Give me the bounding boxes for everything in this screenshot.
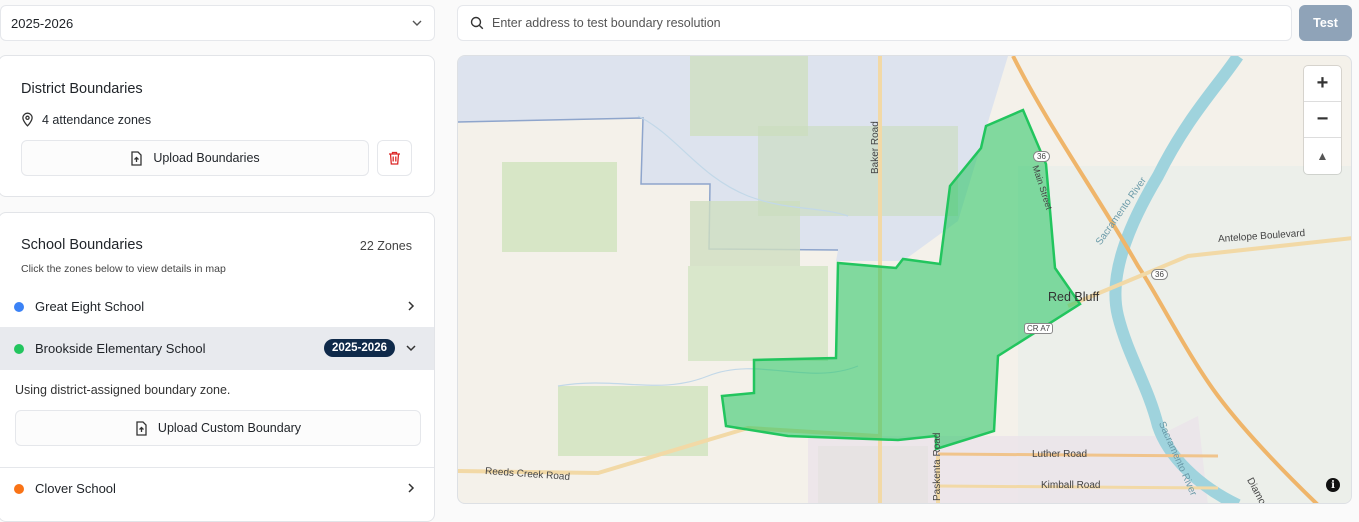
attendance-zones-info: 4 attendance zones [21, 112, 151, 127]
info-icon[interactable]: i [1326, 478, 1340, 492]
zoom-out-button[interactable]: − [1304, 102, 1341, 138]
sidebar: 2025-2026 District Boundaries 4 attendan… [0, 0, 436, 522]
address-search-input[interactable] [492, 16, 1252, 30]
map-label-hwy-36b: 36 [1151, 269, 1168, 280]
upload-custom-boundary-label: Upload Custom Boundary [157, 421, 302, 435]
school-item-brookside[interactable]: Brookside Elementary School 2025-2026 [0, 327, 434, 370]
school-item-great-eight[interactable]: Great Eight School [0, 285, 434, 328]
school-color-dot [14, 483, 24, 494]
school-boundaries-title: School Boundaries [21, 237, 143, 253]
chevron-right-icon [408, 483, 415, 493]
vegetation-patch [688, 266, 828, 361]
brookside-details: Using district-assigned boundary zone. U… [0, 370, 434, 468]
chevron-right-icon [408, 301, 415, 311]
file-upload-icon [131, 150, 142, 166]
map-pin-icon [22, 112, 33, 127]
upload-boundaries-button[interactable]: Upload Boundaries [21, 140, 369, 176]
year-badge: 2025-2026 [324, 339, 395, 357]
school-item-clover[interactable]: Clover School [0, 467, 434, 510]
school-name: Great Eight School [35, 299, 145, 314]
vegetation-patch [758, 126, 958, 216]
map-label-kimball: Kimball Road [1041, 480, 1101, 491]
zoom-in-button[interactable]: + [1304, 66, 1341, 102]
trash-icon [389, 151, 400, 165]
boundary-note: Using district-assigned boundary zone. [15, 383, 231, 397]
boundary-map[interactable]: Red Bluff Baker Road Antelope Boulevard … [457, 55, 1352, 504]
delete-boundaries-button[interactable] [377, 140, 412, 176]
district-boundaries-card: District Boundaries 4 attendance zones U… [0, 55, 435, 197]
map-label-paskenta: Paskenta Road [932, 432, 943, 501]
upload-boundaries-label: Upload Boundaries [153, 151, 260, 165]
school-name: Brookside Elementary School [35, 341, 206, 356]
map-zoom-controls: + − ▲ [1304, 66, 1341, 174]
upload-custom-boundary-button[interactable]: Upload Custom Boundary [15, 410, 421, 446]
school-boundaries-card: School Boundaries 22 Zones Click the zon… [0, 212, 435, 522]
map-label-luther: Luther Road [1032, 449, 1088, 460]
address-search[interactable] [457, 5, 1292, 41]
vegetation-patch [690, 56, 808, 136]
map-label-cr-a7: CR A7 [1024, 323, 1054, 334]
vegetation-patch [502, 162, 617, 252]
search-icon [470, 16, 484, 30]
school-color-dot [14, 301, 24, 312]
compass-button[interactable]: ▲ [1304, 138, 1341, 174]
attendance-zones-text: 4 attendance zones [42, 112, 152, 127]
test-button[interactable]: Test [1299, 5, 1352, 41]
map-label-baker-road: Baker Road [870, 121, 881, 174]
district-boundaries-title: District Boundaries [21, 81, 143, 97]
year-select[interactable]: 2025-2026 [0, 5, 435, 41]
school-color-dot [14, 343, 24, 354]
school-boundaries-hint: Click the zones below to view details in… [21, 263, 226, 275]
chevron-down-icon [412, 20, 422, 26]
map-label-hwy-36a: 36 [1033, 151, 1050, 162]
map-label-city: Red Bluff [1048, 290, 1100, 304]
map-canvas[interactable] [458, 56, 1352, 504]
file-upload-icon [136, 420, 147, 436]
chevron-down-icon [406, 345, 416, 352]
zones-count: 22 Zones [359, 239, 412, 253]
school-name: Clover School [35, 481, 116, 496]
year-select-value: 2025-2026 [11, 15, 74, 31]
